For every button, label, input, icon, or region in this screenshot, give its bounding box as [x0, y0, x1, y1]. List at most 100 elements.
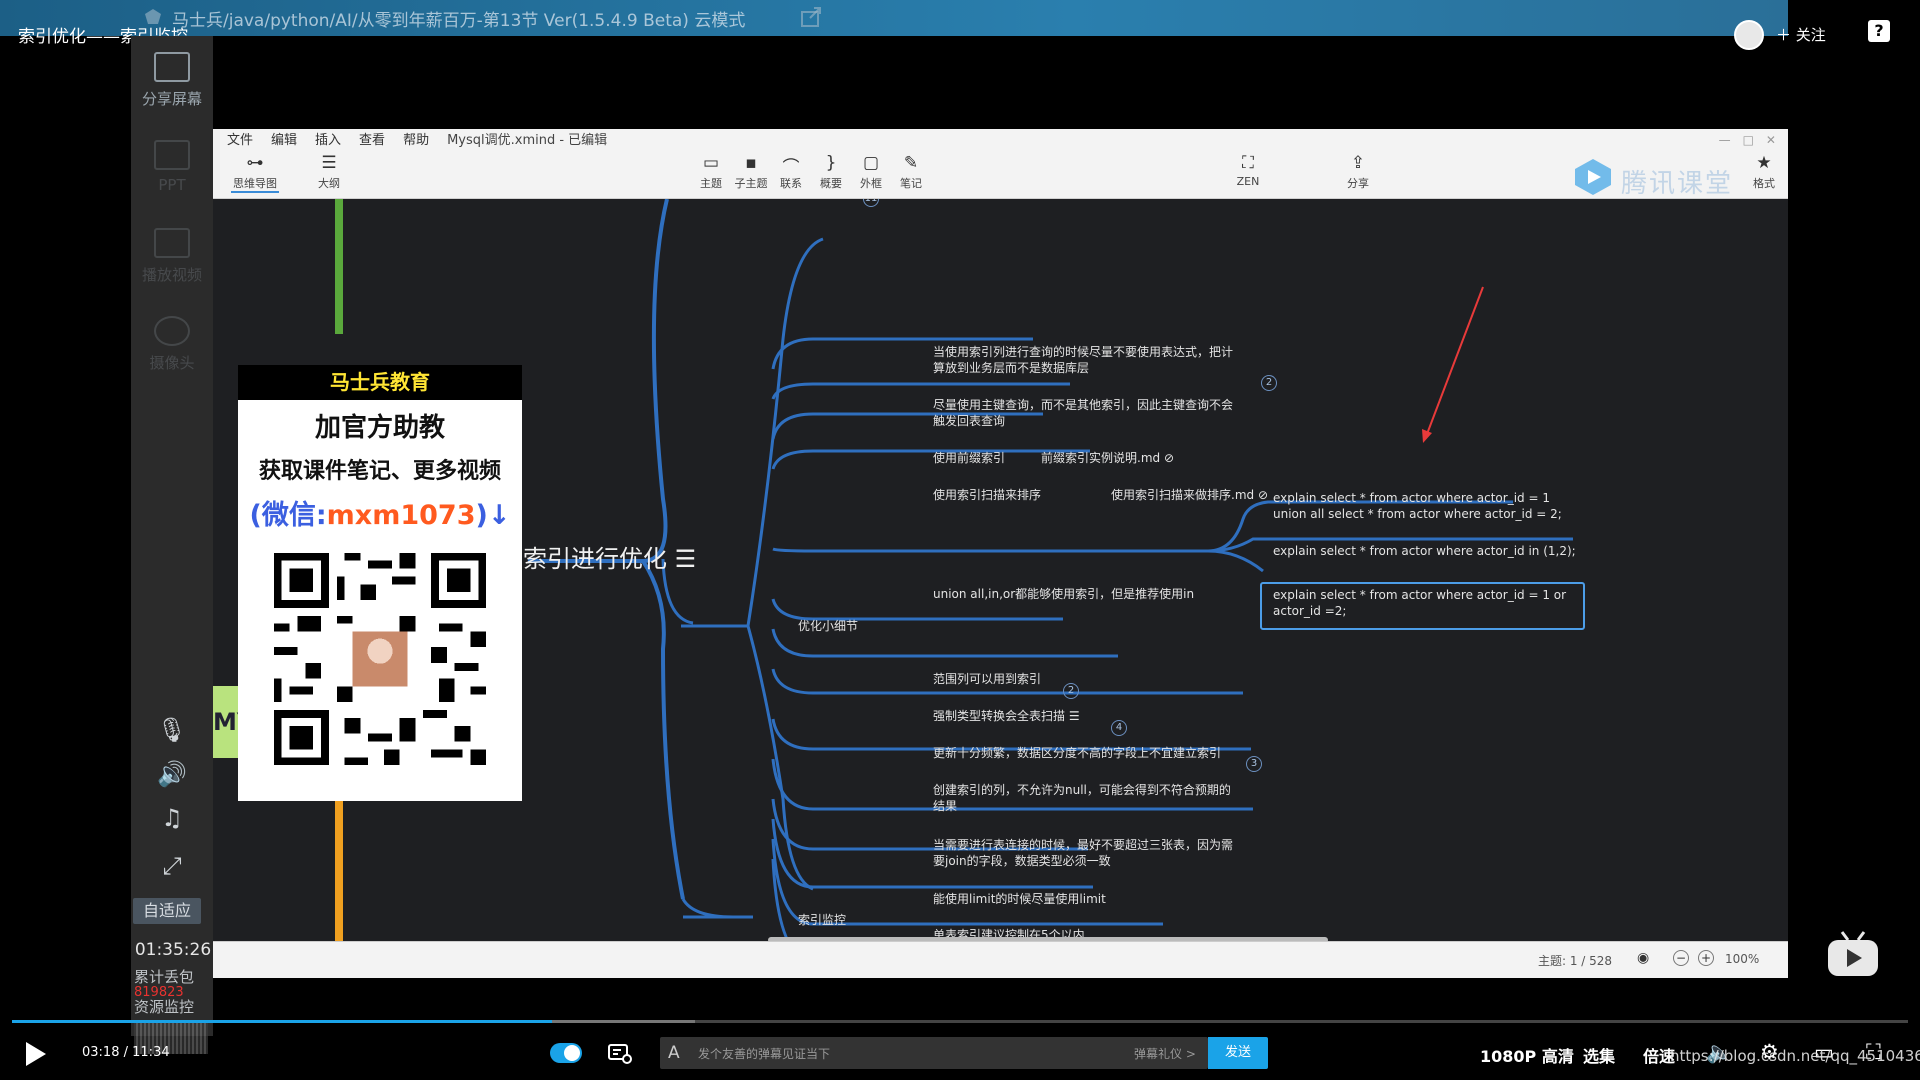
node-limit[interactable]: 能使用limit的时候尽量使用limit: [933, 891, 1106, 907]
explain-line1: explain select * from actor where actor_…: [1273, 491, 1550, 505]
menu-edit[interactable]: 编辑: [271, 129, 297, 148]
window-controls[interactable]: — □ ✕: [1719, 131, 1776, 148]
menu-view[interactable]: 查看: [359, 129, 385, 148]
progress-buffer: [552, 1020, 695, 1023]
camera-icon: [154, 316, 190, 346]
node-frequent-update[interactable]: 更新十分频繁，数据区分度不高的字段上不宜建立索引: [933, 745, 1221, 761]
node-union-in-or[interactable]: union all,in,or都能够使用索引，但是推荐使用in: [933, 586, 1194, 602]
node-index-sort-label: 使用索引扫描来排序: [933, 488, 1042, 502]
explain-or[interactable]: explain select * from actor where actor_…: [1273, 587, 1566, 619]
collapse-badge[interactable]: 3: [1246, 756, 1262, 772]
danmaku-settings-icon[interactable]: [607, 1040, 633, 1066]
tool-boundary-label: 外框: [860, 177, 882, 190]
duration: 11:34: [132, 1045, 170, 1060]
help-icon[interactable]: ?: [1868, 20, 1890, 42]
collapse-badge[interactable]: 4: [1111, 720, 1127, 736]
recording-title: 马士兵/java/python/AI/从零到年薪百万-第13节 Ver(1.5.…: [172, 11, 746, 31]
uploader-avatar[interactable]: [1734, 20, 1764, 50]
format-icon: ★: [1756, 153, 1772, 173]
notes-list-icon[interactable]: ☰: [675, 545, 697, 573]
recorder-sidebar: 分享屏幕 PPT 播放视频 摄像头 🎙 🔊 ♫ ⤢: [131, 36, 213, 1036]
zen-icon: ⛶: [1242, 153, 1254, 173]
attachment-prefix-index[interactable]: 前缀索引实例说明.md: [1041, 451, 1160, 465]
collapse-badge[interactable]: 2: [1261, 375, 1277, 391]
share-out-icon[interactable]: [800, 6, 822, 28]
node-range-column[interactable]: 范围列可以用到索引: [933, 671, 1041, 687]
danmaku-toggle[interactable]: [550, 1043, 582, 1063]
center-topic[interactable]: 索引进行优化 ☰: [523, 539, 696, 574]
attachment-index-sort[interactable]: 使用索引扫描来做排序.md: [1111, 488, 1254, 502]
node-not-null[interactable]: 创建索引的列，不允许为null，可能会得到不符合预期的 结果: [933, 782, 1231, 814]
menu-help[interactable]: 帮助: [403, 129, 429, 148]
tool-zen[interactable]: ⛶ ZEN: [1224, 153, 1272, 188]
mic-muted-icon[interactable]: 🎙: [131, 716, 213, 744]
node-join-tables-line1: 当需要进行表连接的时候，最好不要超过三张表，因为需: [933, 838, 1234, 852]
play-icon[interactable]: [26, 1042, 46, 1066]
share-screen-button[interactable]: 分享屏幕: [131, 52, 213, 109]
node-index-sort[interactable]: 使用索引扫描来排序 使用索引扫描来做排序.md ⊘: [933, 487, 1268, 503]
zoom-out-icon[interactable]: −: [1673, 950, 1689, 966]
danmaku-etiquette-link[interactable]: 弹幕礼仪 >: [1134, 1045, 1196, 1062]
play-video-button[interactable]: 播放视频: [131, 228, 213, 285]
tool-relationship-label: 联系: [780, 177, 802, 190]
tencent-classroom-logo: [1575, 159, 1611, 195]
explain-in[interactable]: explain select * from actor where actor_…: [1273, 543, 1576, 559]
mindmap-icon: ⊶: [246, 153, 264, 173]
play-video-label: 播放视频: [141, 266, 202, 284]
tool-mindmap[interactable]: ⊶ 思维导图: [231, 153, 279, 193]
menu-file[interactable]: 文件: [227, 129, 253, 148]
play-video-icon: [154, 228, 190, 258]
player-controls: 03:18 / 11:34 A 发个友善的弹幕见证当下 弹幕礼仪 > 发送 10…: [0, 1026, 1920, 1080]
notes-list-icon[interactable]: ☰: [1069, 709, 1080, 723]
node-primary-key-line1: 尽量使用主键查询，而不是其他索引，因此主键查询不会: [933, 398, 1234, 412]
video-progress[interactable]: [12, 1020, 1908, 1023]
follow-button[interactable]: ＋ 关注: [1776, 24, 1826, 45]
music-icon[interactable]: ♫: [131, 804, 213, 832]
camera-button[interactable]: 摄像头: [131, 316, 213, 373]
adapt-button[interactable]: 自适应: [133, 898, 201, 924]
tool-subtopic-label: 子主题: [734, 177, 768, 190]
branch-optimize[interactable]: 优化小细节: [798, 617, 858, 634]
share-screen-icon: [154, 52, 190, 82]
danmaku-input[interactable]: A 发个友善的弹幕见证当下 弹幕礼仪 >: [660, 1037, 1208, 1069]
follow-label: 关注: [1795, 26, 1826, 44]
node-prefix-index[interactable]: 使用前缀索引 前缀索引实例说明.md ⊘: [933, 450, 1174, 466]
recording-title-bar: 马士兵/java/python/AI/从零到年薪百万-第13节 Ver(1.5.…: [0, 0, 1788, 36]
node-type-cast[interactable]: 强制类型转换会全表扫描 ☰: [933, 708, 1080, 724]
eye-icon[interactable]: ◉: [1637, 950, 1649, 966]
zoom-in-icon[interactable]: +: [1698, 950, 1714, 966]
quality-selector[interactable]: 1080P 高清: [1480, 1043, 1574, 1067]
speaker-icon[interactable]: 🔊: [131, 760, 213, 788]
explain-line2: union all select * from actor where acto…: [1273, 507, 1562, 521]
menu-insert[interactable]: 插入: [315, 129, 341, 148]
branch-monitor[interactable]: 索引监控: [798, 911, 846, 928]
node-join-tables[interactable]: 当需要进行表连接的时候，最好不要超过三张表，因为需 要join的字段，数据类型必须…: [933, 837, 1233, 869]
tool-outline[interactable]: ☰ 大纲: [305, 153, 353, 191]
tool-outline-label: 大纲: [318, 177, 340, 190]
explain-union-all[interactable]: explain select * from actor where actor_…: [1273, 490, 1562, 522]
tool-notes[interactable]: ✎ 笔记: [887, 153, 935, 191]
episodes-button[interactable]: 选集: [1583, 1043, 1615, 1067]
qr-code: [266, 545, 494, 773]
explain-or-line2: actor_id =2;: [1273, 604, 1347, 618]
node-expression[interactable]: 当使用索引列进行查询的时候尽量不要使用表达式，把计 算放到业务层而不是数据库层: [933, 344, 1233, 376]
danmaku-style-icon[interactable]: A: [668, 1043, 680, 1063]
node-prefix-index-label: 使用前缀索引: [933, 451, 1006, 465]
notes-icon: ✎: [903, 153, 919, 173]
csdn-watermark: https://blog.csdn.net/qq_45104361: [1670, 1047, 1920, 1065]
resource-monitor-label[interactable]: 资源监控: [134, 1000, 194, 1015]
zoom-level[interactable]: 100%: [1725, 952, 1759, 966]
send-danmaku-button[interactable]: 发送: [1208, 1037, 1268, 1069]
node-primary-key[interactable]: 尽量使用主键查询，而不是其他索引，因此主键查询不会 触发回表查询: [933, 397, 1233, 429]
tool-format[interactable]: ★ 格式: [1740, 153, 1788, 191]
screen: 马士兵/java/python/AI/从零到年薪百万-第13节 Ver(1.5.…: [0, 0, 1920, 1080]
fullscreen-icon[interactable]: ⤢: [131, 852, 213, 880]
xmind-toolbar: 文件 编辑 插入 查看 帮助 Mysql调优.xmind - 已编辑 — □ ✕…: [213, 129, 1788, 199]
node-primary-key-line2: 触发回表查询: [933, 414, 1006, 428]
ppt-button[interactable]: PPT: [131, 140, 213, 194]
tool-share[interactable]: ⇪ 分享: [1334, 153, 1382, 191]
file-title: Mysql调优.xmind - 已编辑: [447, 133, 608, 148]
promo-line2: 获取课件笔记、更多视频: [258, 459, 501, 484]
collapse-badge[interactable]: 2: [1063, 683, 1079, 699]
share-icon: ⇪: [1350, 153, 1366, 173]
